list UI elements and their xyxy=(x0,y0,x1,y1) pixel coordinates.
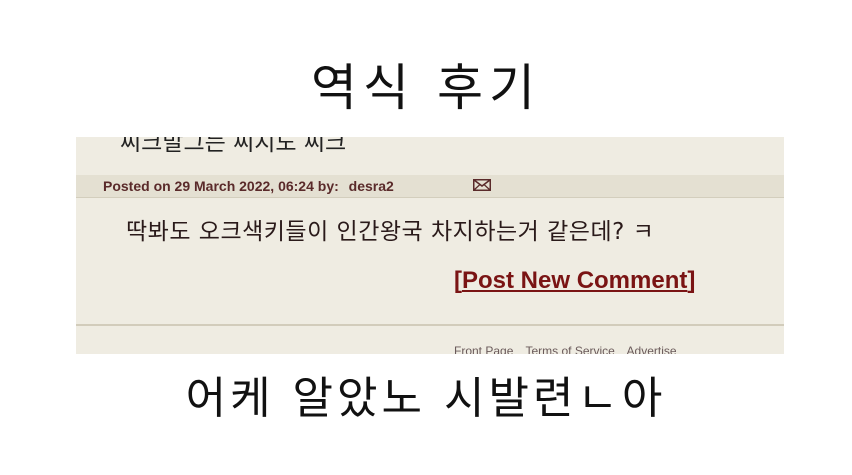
comment-text: 딱봐도 오크색키들이 인간왕국 차지하는거 같은데? ㅋ xyxy=(126,219,655,245)
bottom-caption: 어케 알았노 시발련ㄴ아 xyxy=(185,373,667,424)
bracket-open: [ xyxy=(454,267,462,294)
footer-link-advertise[interactable]: Advertise xyxy=(627,344,677,354)
top-caption: 역식 후기 xyxy=(311,59,541,117)
bracket-close: ] xyxy=(687,267,696,294)
posted-date-text: Posted on 29 March 2022, 06:24 by: xyxy=(103,178,339,194)
footer-link-front-page[interactable]: Front Page xyxy=(454,344,513,354)
comment-meta: Posted on 29 March 2022, 06:24 by: desra… xyxy=(103,178,394,194)
post-new-comment-link[interactable]: [Post New Comment] xyxy=(454,267,695,295)
envelope-icon[interactable] xyxy=(473,179,491,191)
author-name[interactable]: desra2 xyxy=(349,178,394,194)
post-new-comment-label[interactable]: Post New Comment xyxy=(462,267,687,294)
forum-screenshot: 씨크발그는 씨지도 씨크 Posted on 29 March 2022, 06… xyxy=(76,137,784,354)
footer-links: Front Page Terms of Service Advertise xyxy=(454,344,686,354)
footer-link-terms[interactable]: Terms of Service xyxy=(526,344,615,354)
cut-off-comment-text: 씨크발그는 씨지도 씨크 xyxy=(120,137,347,156)
footer-divider xyxy=(76,324,784,326)
